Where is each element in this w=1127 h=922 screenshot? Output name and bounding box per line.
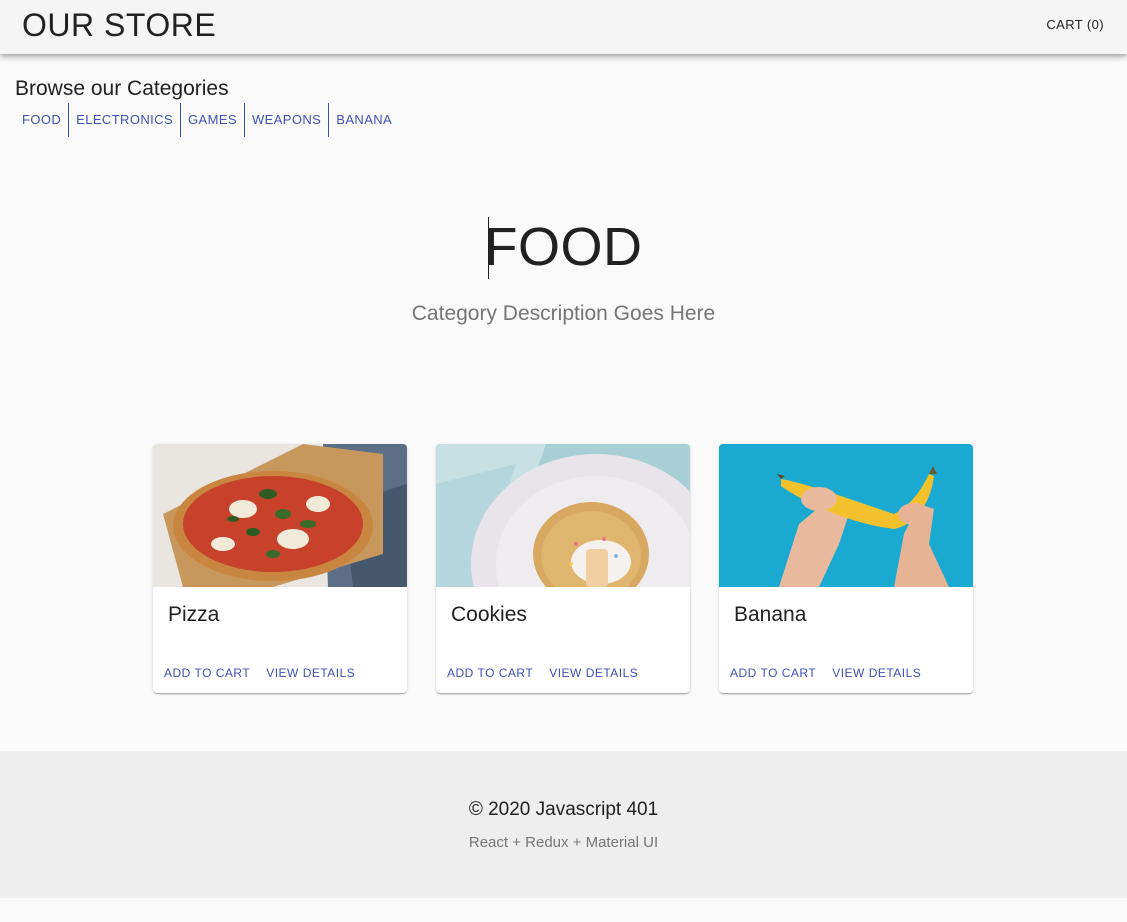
add-to-cart-button[interactable]: ADD TO CART: [439, 658, 541, 688]
cart-button[interactable]: CART (0): [1039, 10, 1111, 40]
category-button-electronics[interactable]: ELECTRONICS: [69, 103, 182, 137]
card-actions: ADD TO CART VIEW DETAILS: [156, 658, 363, 688]
card-actions: ADD TO CART VIEW DETAILS: [722, 658, 929, 688]
product-card-banana: Banana ADD TO CART VIEW DETAILS: [719, 444, 973, 693]
category-button-weapons[interactable]: WEAPONS: [245, 103, 330, 137]
category-button-games[interactable]: GAMES: [181, 103, 245, 137]
add-to-cart-button[interactable]: ADD TO CART: [722, 658, 824, 688]
category-title: FOOD: [484, 217, 643, 277]
add-to-cart-button[interactable]: ADD TO CART: [156, 658, 258, 688]
product-card-pizza: Pizza ADD TO CART VIEW DETAILS: [153, 444, 407, 693]
category-button-food[interactable]: FOOD: [15, 103, 70, 137]
category-button-group: FOOD ELECTRONICS GAMES WEAPONS BANANA: [15, 103, 399, 137]
category-description: Category Description Goes Here: [411, 302, 716, 325]
product-name: Pizza: [168, 603, 220, 626]
footer: © 2020 Javascript 401 React + Redux + Ma…: [0, 751, 1127, 898]
card-actions: ADD TO CART VIEW DETAILS: [439, 658, 646, 688]
pizza-image[interactable]: [153, 444, 407, 587]
footer-copyright: © 2020 Javascript 401: [468, 799, 659, 820]
banana-image[interactable]: [719, 444, 973, 587]
app-bar: OUR STORE CART (0): [0, 0, 1127, 54]
cookie-image[interactable]: [436, 444, 690, 587]
view-details-button[interactable]: VIEW DETAILS: [258, 658, 363, 688]
browse-heading: Browse our Categories: [15, 77, 229, 100]
footer-subtitle: React + Redux + Material UI: [468, 834, 659, 851]
view-details-button[interactable]: VIEW DETAILS: [541, 658, 646, 688]
store-title: OUR STORE: [22, 7, 217, 43]
product-card-cookies: Cookies ADD TO CART VIEW DETAILS: [436, 444, 690, 693]
product-name: Cookies: [451, 603, 527, 626]
category-button-banana[interactable]: BANANA: [329, 103, 399, 137]
product-name: Banana: [734, 603, 807, 626]
view-details-button[interactable]: VIEW DETAILS: [824, 658, 929, 688]
